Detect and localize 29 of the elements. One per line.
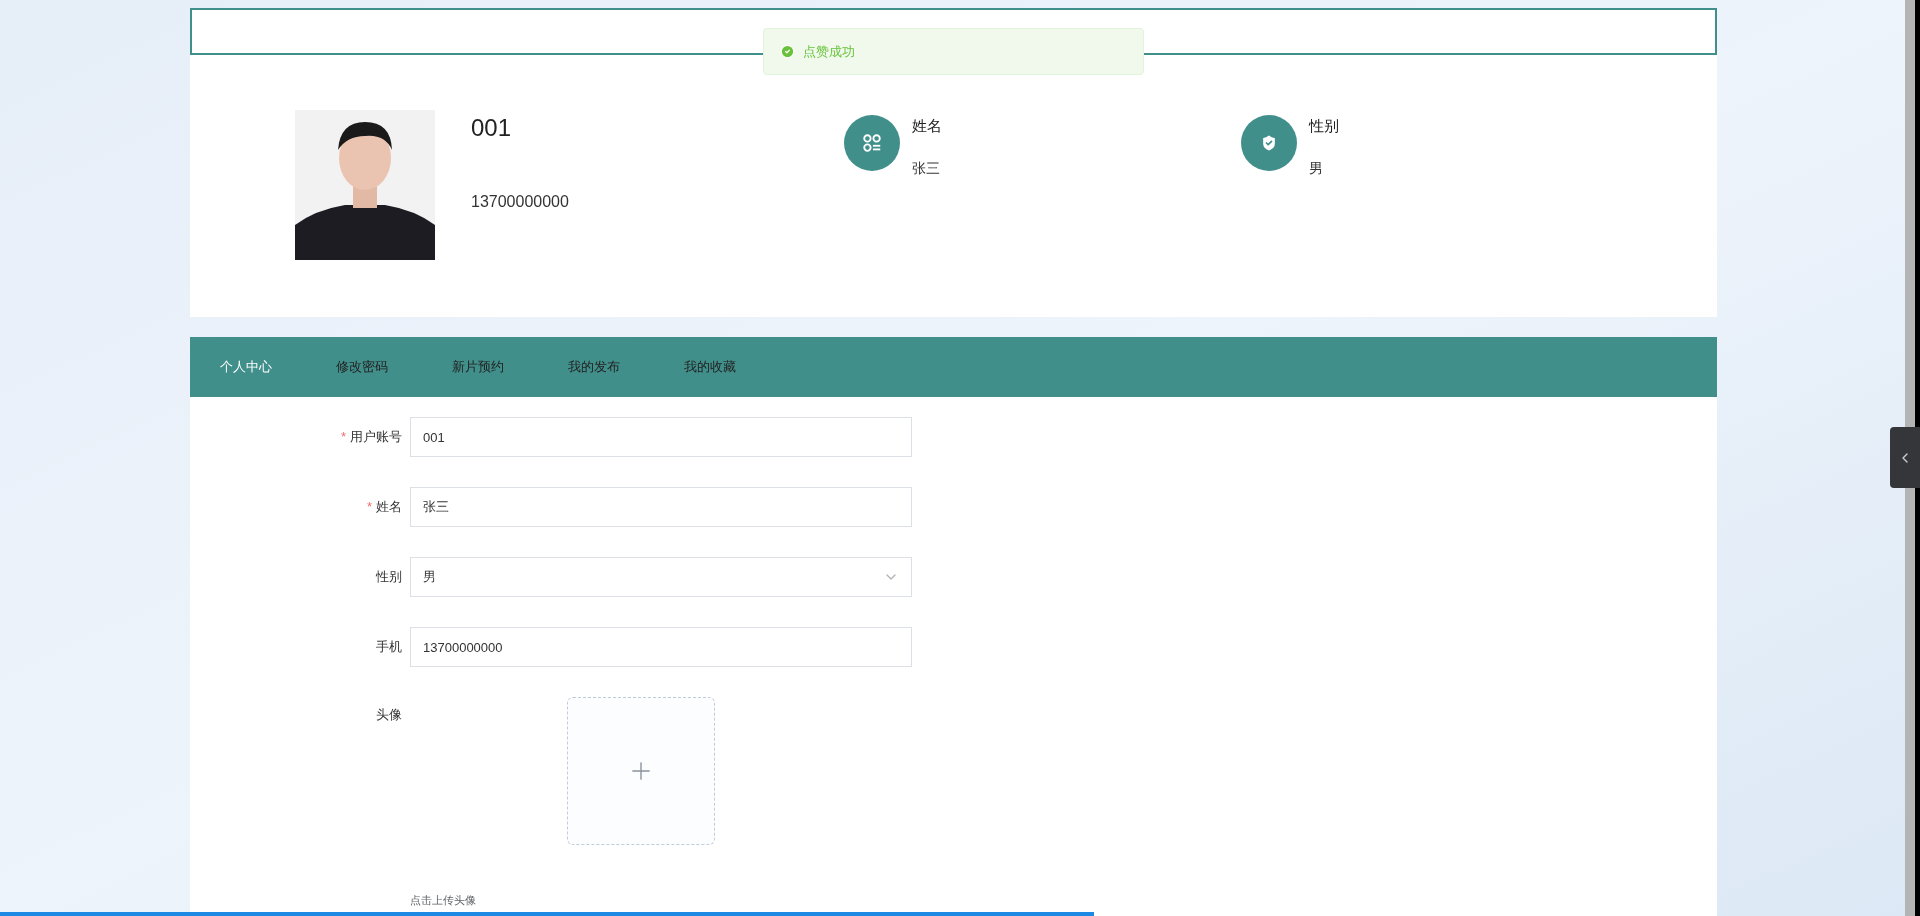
upload-hint: 点击上传头像 (410, 894, 476, 906)
select-field[interactable]: 男 (410, 557, 912, 597)
field-label: 手机 (376, 638, 402, 657)
upload-box[interactable] (567, 697, 715, 845)
stat-value: 张三 (912, 158, 941, 178)
stat-label: 性别 (1309, 116, 1339, 136)
field-label: 用户账号 (350, 428, 402, 447)
input-field[interactable]: 001 (410, 417, 912, 457)
field-label: 姓名 (376, 498, 402, 517)
scrollbar[interactable] (1905, 0, 1915, 916)
tab[interactable]: 修改密码 (336, 357, 388, 377)
success-icon (780, 44, 795, 59)
field-label: 头像 (376, 706, 402, 724)
tab[interactable]: 新片预约 (452, 357, 504, 377)
required-mark: * (340, 428, 346, 447)
input-field[interactable]: 张三 (410, 487, 912, 527)
account-number: 001 (471, 113, 513, 143)
grid-icon (861, 132, 883, 154)
stat-label: 姓名 (912, 116, 942, 136)
drawer-toggle-button[interactable] (1890, 427, 1920, 488)
phone-number: 13700000000 (471, 192, 570, 212)
field-label: 性别 (376, 568, 402, 587)
tab[interactable]: 我的收藏 (684, 357, 736, 377)
toast-message: 点赞成功 (803, 42, 855, 61)
tab[interactable]: 个人中心 (220, 357, 272, 377)
stat-value: 男 (1309, 158, 1324, 178)
input-field[interactable]: 13700000000 (410, 627, 912, 667)
tab[interactable]: 我的发布 (568, 357, 620, 377)
required-mark: * (366, 498, 372, 517)
